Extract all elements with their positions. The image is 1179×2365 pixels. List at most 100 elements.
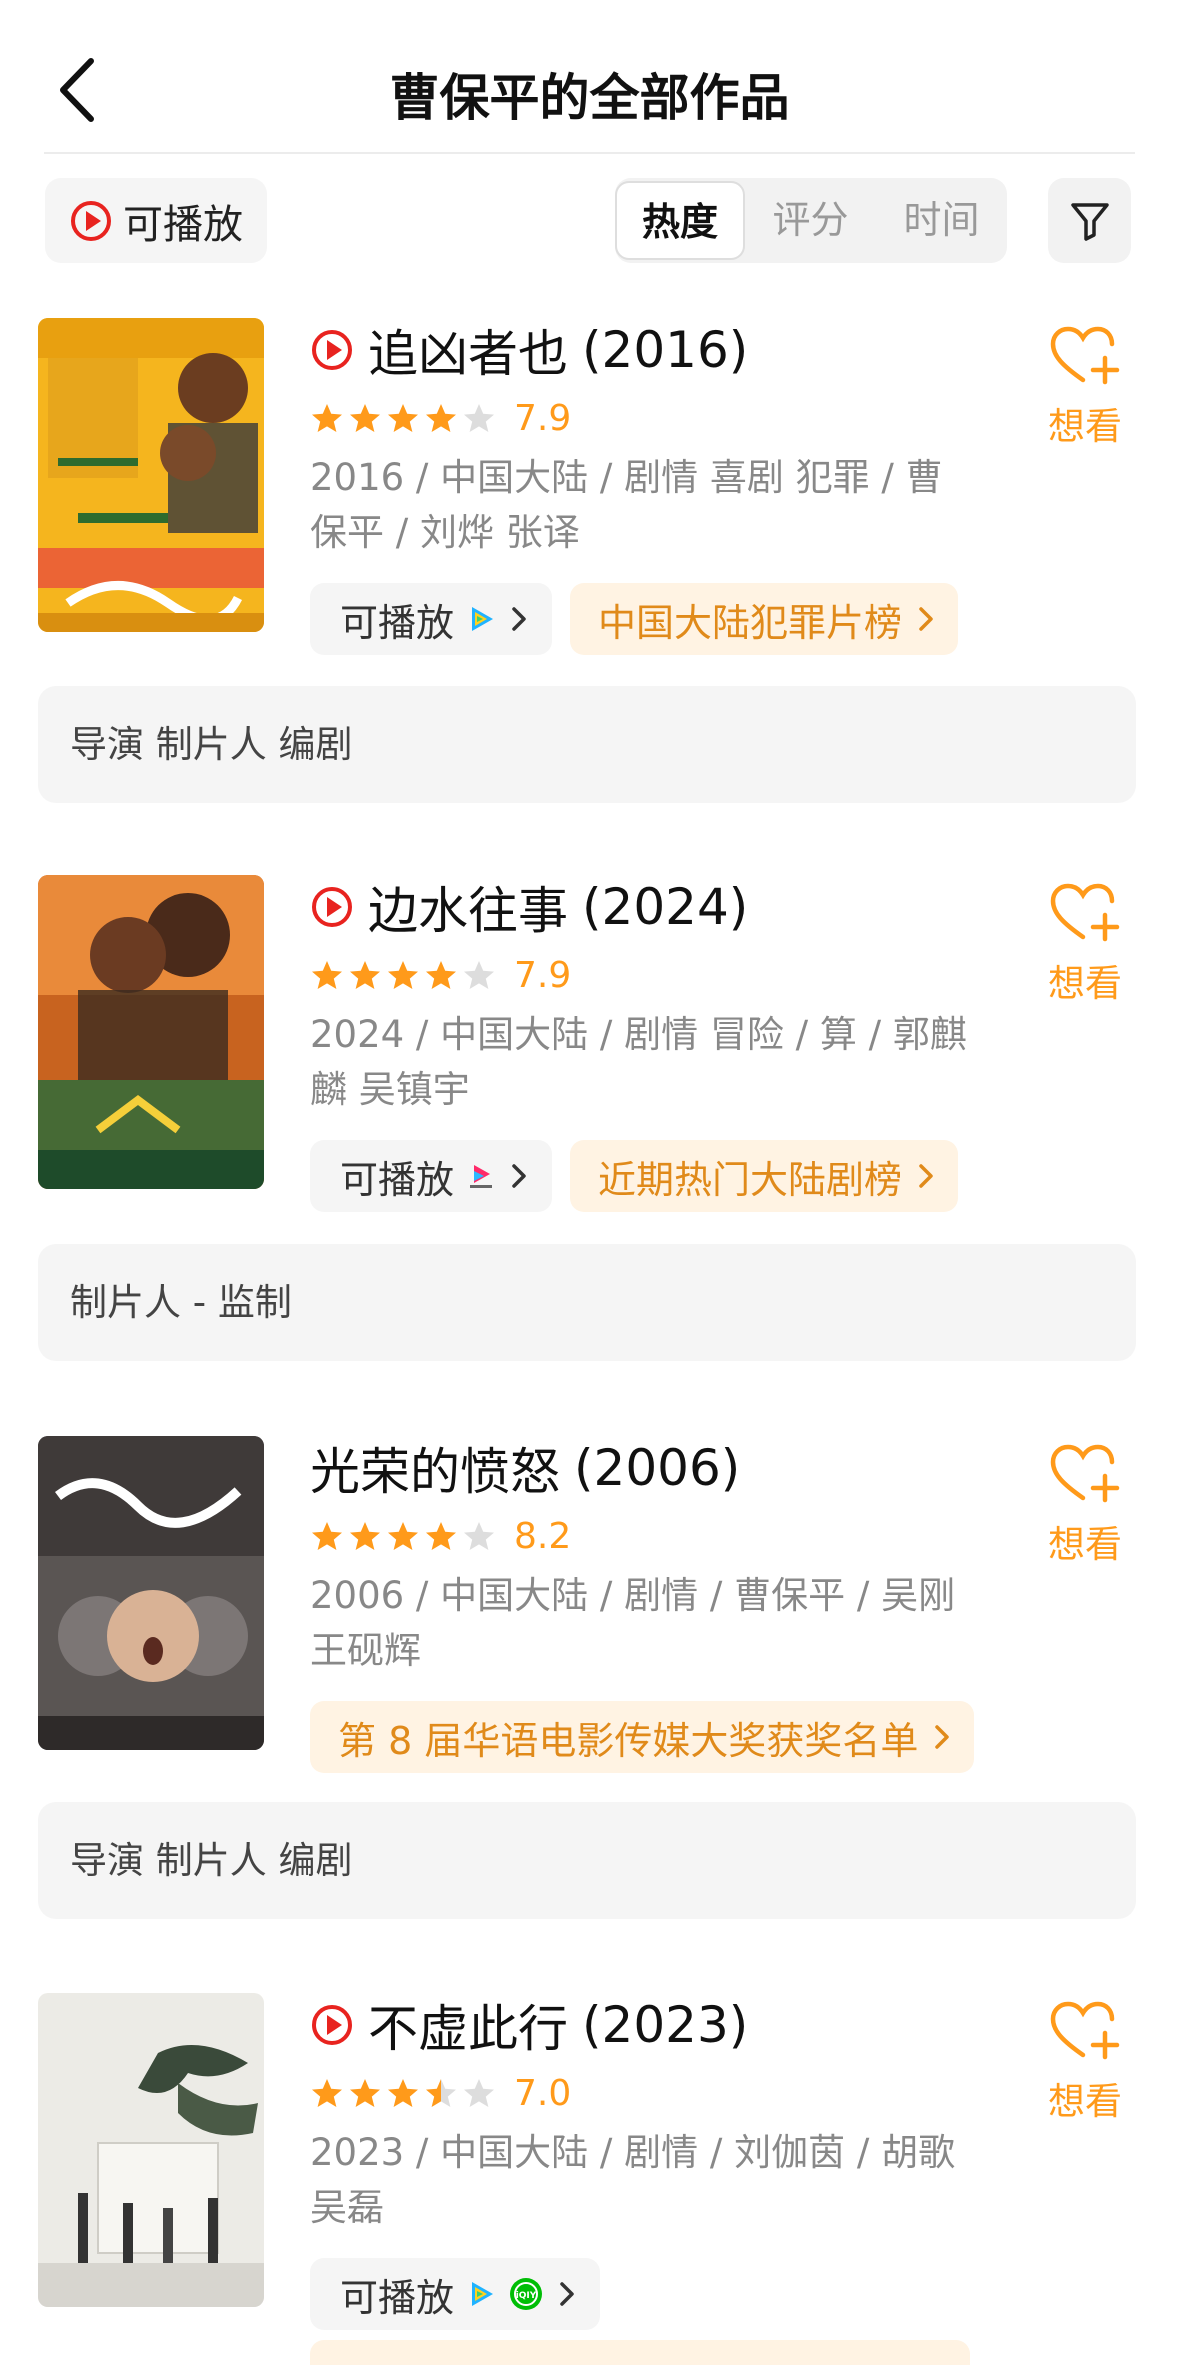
playable-chip-label: 可播放 [340, 1157, 455, 1202]
movie-meta: 2006 / 中国大陆 / 剧情 / 曹保平 / 吴刚 王砚辉 [310, 1574, 956, 1672]
movie-title-row: 边水往事 (2024) [310, 875, 749, 940]
chevron-right-icon [560, 2282, 574, 2306]
chevron-right-icon [919, 1164, 933, 1188]
star-icon [426, 1522, 456, 1550]
star-icon [388, 961, 418, 989]
ranking-chip[interactable]: 中国大陆犯罪片榜 [570, 583, 959, 655]
ranking-chip-label: 中国大陆犯罪片榜 [598, 600, 903, 645]
star-icon [312, 1522, 342, 1550]
ranking-chip-label: 第 8 届华语电影传媒大奖获奖名单 [338, 1718, 919, 1763]
playable-chip[interactable]: 可播放 iQIY [310, 2258, 601, 2330]
movie-meta: 2024 / 中国大陆 / 剧情 冒险 / 算 / 郭麒麟 吴镇宇 [310, 1013, 967, 1111]
play-circle-icon [312, 887, 352, 927]
star-rating [310, 402, 496, 434]
want-to-watch-button[interactable]: 想看 [1040, 1444, 1130, 1568]
want-to-watch-label: 想看 [1048, 962, 1122, 1005]
star-icon [426, 961, 456, 989]
movie-poster[interactable] [38, 875, 264, 1189]
chevron-right-icon [935, 1725, 950, 1749]
heart-plus-icon [1050, 326, 1120, 385]
filter-button[interactable] [1048, 178, 1131, 263]
playable-chip-label: 可播放 [340, 600, 455, 645]
want-to-watch-label: 想看 [1048, 405, 1122, 448]
playable-chip[interactable]: 可播放 [310, 1140, 553, 1212]
star-icon [426, 2079, 456, 2107]
rating-score: 7.0 [514, 2072, 572, 2114]
want-to-watch-button[interactable]: 想看 [1040, 326, 1130, 450]
movie-title-row: 不虚此行 (2023) [310, 1993, 749, 2058]
rating-row: 7.9 [310, 953, 571, 997]
movie-poster[interactable] [38, 1993, 264, 2307]
chevron-right-icon [512, 1164, 526, 1188]
movie-year: (2023) [582, 1996, 749, 2054]
star-icon [464, 404, 494, 432]
rating-row: 7.0 [310, 2071, 571, 2115]
page-title: 曹保平的全部作品 [389, 69, 790, 127]
ranking-chip-partial[interactable] [310, 2340, 970, 2365]
star-icon [464, 961, 494, 989]
tab-sort-rating[interactable]: 评分 [745, 178, 876, 263]
tab-sort-popularity[interactable]: 热度 [615, 181, 745, 260]
movie-meta: 2023 / 中国大陆 / 剧情 / 刘伽茵 / 胡歌 吴磊 [310, 2131, 956, 2229]
movie-year: (2006) [574, 1439, 741, 1497]
star-rating [310, 1520, 496, 1552]
ranking-chip[interactable]: 近期热门大陆剧榜 [570, 1140, 959, 1212]
ranking-chip[interactable]: 第 8 届华语电影传媒大奖获奖名单 [310, 1701, 975, 1773]
want-to-watch-label: 想看 [1048, 1523, 1122, 1566]
movie-meta: 2016 / 中国大陆 / 剧情 喜剧 犯罪 / 曹保平 / 刘烨 张译 [310, 456, 943, 554]
playable-chip[interactable]: 可播放 [310, 583, 553, 655]
rating-score: 7.9 [514, 954, 572, 996]
star-icon [388, 2079, 418, 2107]
movie-poster[interactable] [38, 1436, 264, 1750]
star-icon [464, 2079, 494, 2107]
movie-title: 边水往事 [368, 882, 568, 940]
tab-sort-time[interactable]: 时间 [876, 178, 1007, 263]
star-icon [464, 1522, 494, 1550]
role-box: 导演 制片人 编剧 [38, 1802, 1136, 1919]
top-bar: 曹保平的全部作品 [0, 0, 1179, 155]
play-circle-icon [71, 200, 111, 241]
star-rating [310, 959, 496, 991]
star-icon [388, 1522, 418, 1550]
sort-tabs: 热度 评分 时间 [615, 178, 1007, 263]
funnel-icon [1070, 202, 1109, 241]
ranking-chip-label: 近期热门大陆剧榜 [598, 1157, 903, 1202]
star-icon [350, 404, 380, 432]
rating-score: 8.2 [514, 1515, 572, 1557]
movie-year: (2016) [582, 321, 749, 379]
movie-title: 追凶者也 [368, 325, 568, 383]
header-divider [44, 152, 1135, 154]
heart-plus-icon [1050, 1444, 1120, 1503]
playable-chip-label: 可播放 [340, 2275, 455, 2320]
playable-filter-button[interactable]: 可播放 [45, 178, 267, 263]
want-to-watch-button[interactable]: 想看 [1040, 883, 1130, 1007]
heart-plus-icon [1050, 2001, 1120, 2060]
movie-title-row: 追凶者也 (2016) [310, 318, 749, 383]
svg-text:iQIY: iQIY [516, 2291, 537, 2301]
iqiyi-icon: iQIY [510, 2278, 543, 2310]
movie-year: (2024) [582, 878, 749, 936]
role-box: 制片人 - 监制 [38, 1244, 1136, 1361]
rating-score: 7.9 [514, 397, 572, 439]
tencent-video-icon [472, 607, 494, 631]
play-circle-icon [312, 2005, 352, 2045]
movie-poster[interactable] [38, 318, 264, 632]
star-icon [350, 961, 380, 989]
star-icon [388, 404, 418, 432]
want-to-watch-label: 想看 [1048, 2080, 1122, 2123]
star-icon [350, 1522, 380, 1550]
playable-filter-label: 可播放 [123, 201, 243, 248]
play-circle-icon [312, 330, 352, 370]
role-box: 导演 制片人 编剧 [38, 686, 1136, 803]
rating-row: 8.2 [310, 1514, 571, 1558]
heart-plus-icon [1050, 883, 1120, 942]
star-icon [312, 2079, 342, 2107]
star-icon [350, 2079, 380, 2107]
want-to-watch-button[interactable]: 想看 [1040, 2001, 1130, 2125]
movie-title-row: 光荣的愤怒 (2006) [310, 1436, 741, 1501]
star-icon [312, 404, 342, 432]
movie-title: 光荣的愤怒 [310, 1443, 560, 1501]
movie-title: 不虚此行 [368, 2000, 568, 2058]
star-icon [312, 961, 342, 989]
rating-row: 7.9 [310, 396, 571, 440]
